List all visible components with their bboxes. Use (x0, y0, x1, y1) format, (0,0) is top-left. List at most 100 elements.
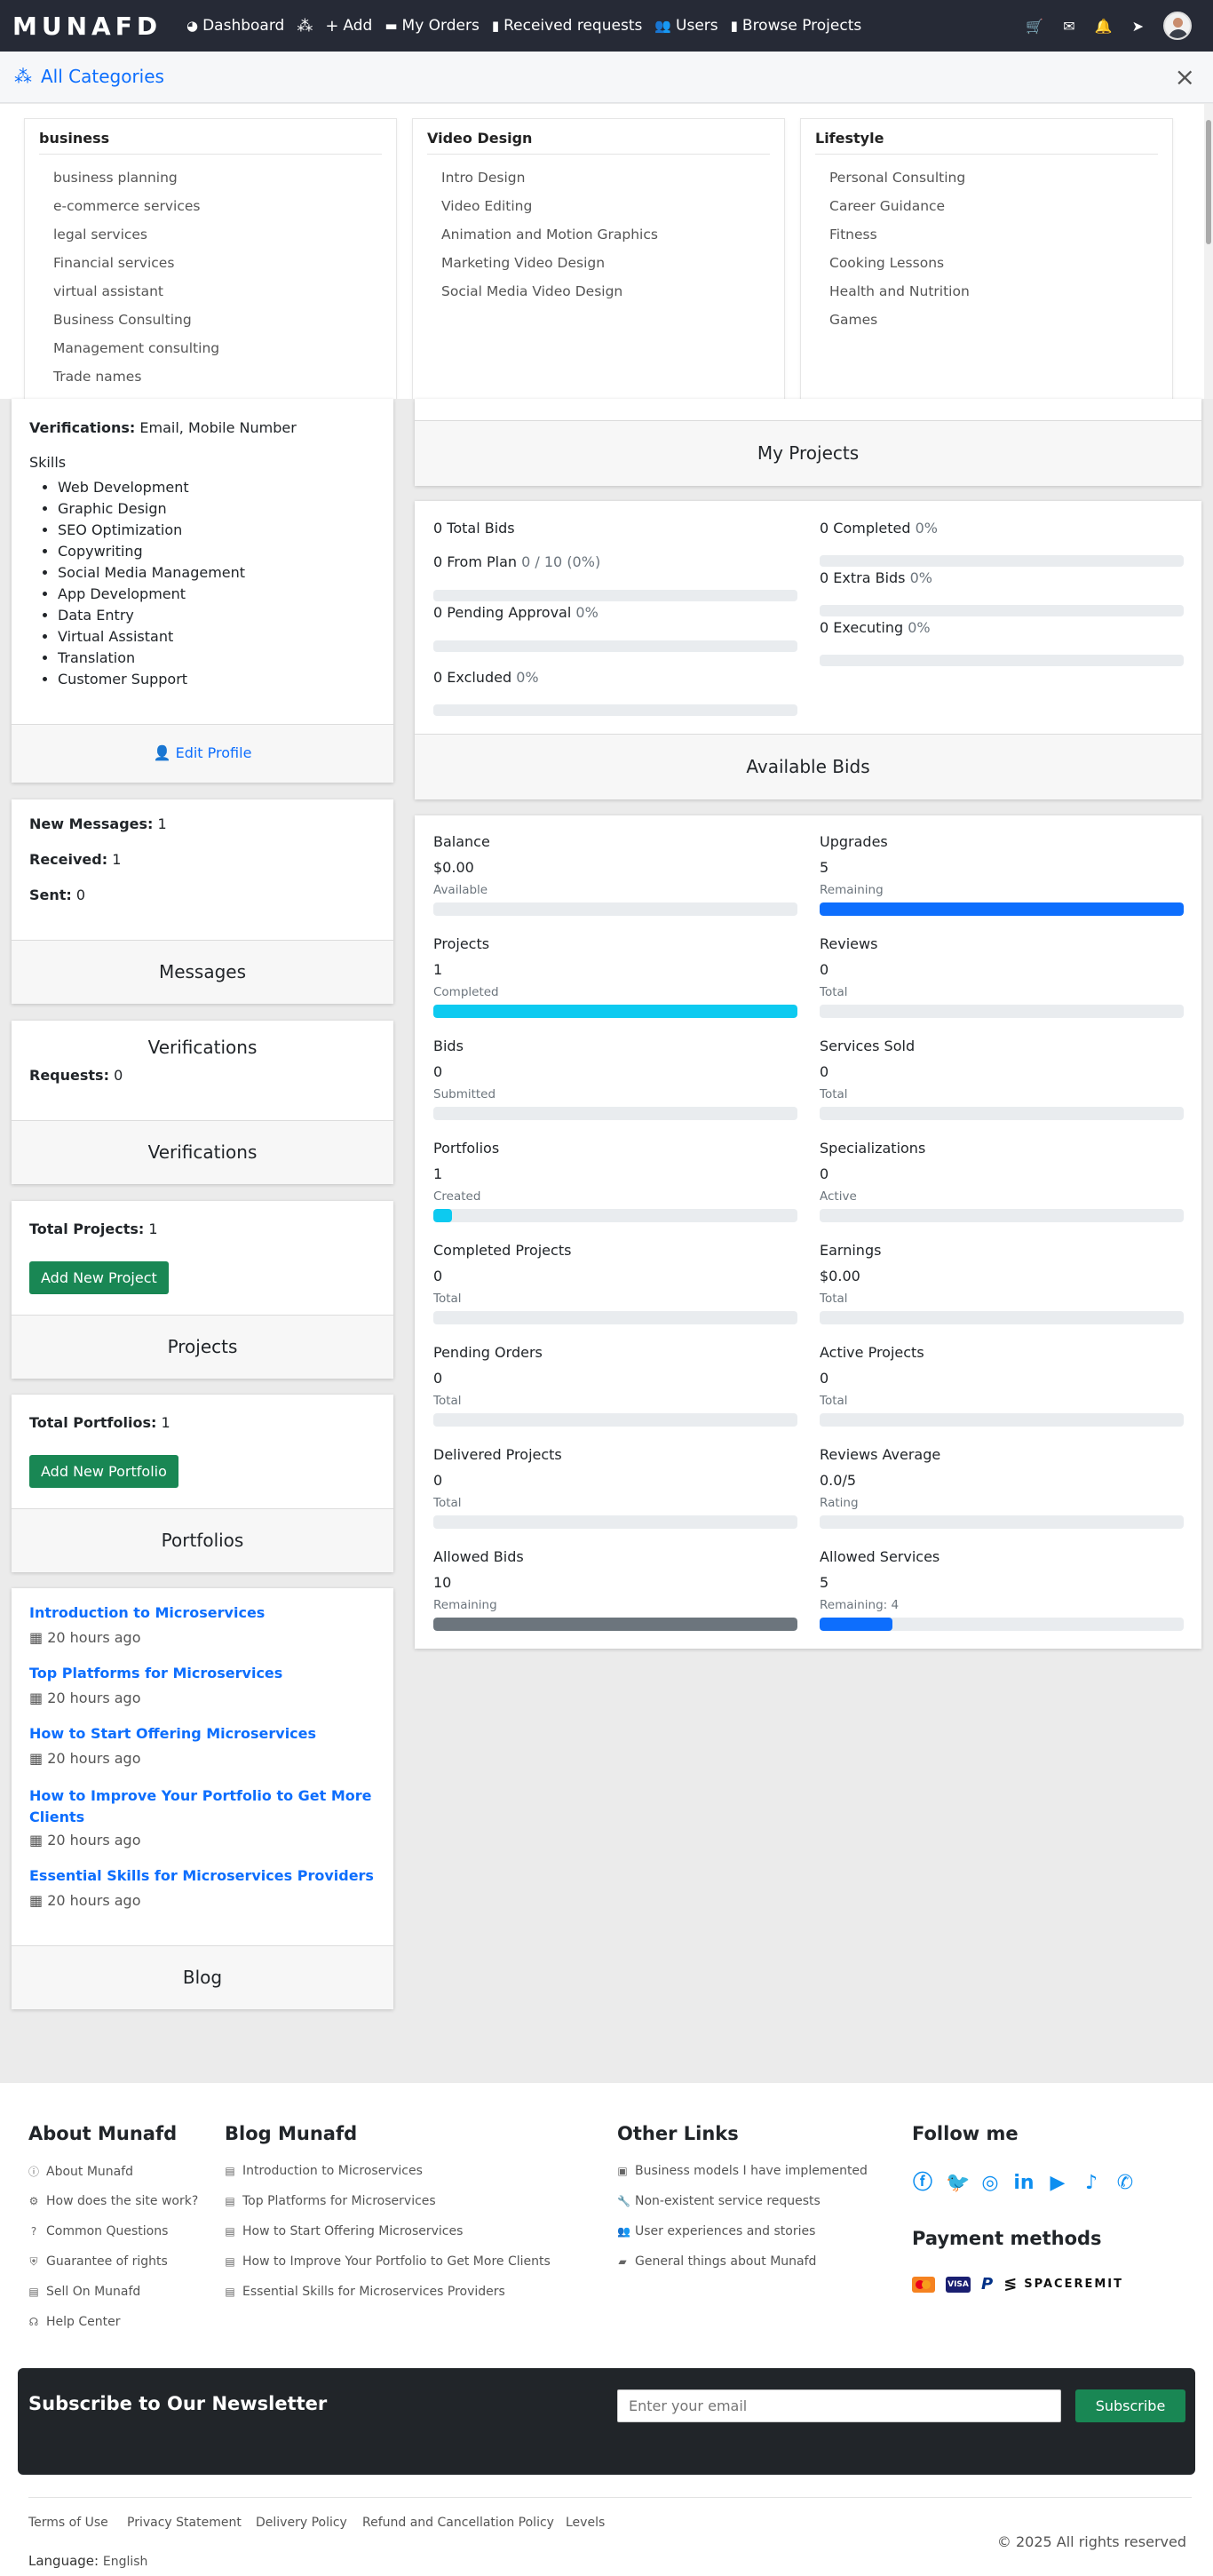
verifications-footer[interactable]: Verifications (12, 1120, 393, 1184)
levels-link[interactable]: Levels (566, 2516, 605, 2530)
footer-link[interactable]: ⓘ About Munafd (28, 2164, 133, 2179)
footer-link[interactable]: ⚙ How does the site work? (28, 2194, 199, 2208)
refund-policy-link[interactable]: Refund and Cancellation Policy (362, 2516, 554, 2530)
category-column-video-design: Video Design Intro Design Video Editing … (412, 118, 785, 399)
category-link[interactable]: Intro Design (413, 163, 784, 192)
delivery-policy-link[interactable]: Delivery Policy (256, 2516, 347, 2530)
skill-item: App Development (58, 584, 245, 605)
stat-title: Projects (433, 935, 490, 952)
stat-progress (820, 1515, 1184, 1529)
footer-link[interactable]: ▤ Introduction to Microservices (225, 2164, 423, 2178)
bell-icon[interactable]: 🔔 (1095, 18, 1113, 35)
footer-link[interactable]: ▰ General things about Munafd (617, 2254, 816, 2269)
messages-footer[interactable]: Messages (12, 940, 393, 1004)
category-link[interactable]: Animation and Motion Graphics (413, 220, 784, 249)
category-link[interactable]: Marketing Video Design (413, 249, 784, 277)
facebook-icon[interactable]: ⓕ (912, 2173, 933, 2194)
blog-post-link[interactable]: Introduction to Microservices (29, 1604, 265, 1621)
category-link[interactable]: Cooking Lessons (801, 249, 1172, 277)
category-link[interactable]: Business Consulting (25, 306, 396, 334)
stat-progress (433, 1209, 797, 1222)
all-categories-toggle[interactable]: ⁂ All Categories (14, 66, 164, 87)
category-link[interactable]: Trade names (25, 362, 396, 391)
category-title[interactable]: Lifestyle (815, 130, 1158, 155)
newsletter-email-input[interactable] (617, 2389, 1061, 2422)
category-title[interactable]: Video Design (427, 130, 770, 155)
nav-add[interactable]: + Add (325, 17, 372, 36)
blog-post-link[interactable]: Essential Skills for Microservices Provi… (29, 1867, 374, 1884)
stat-value: 5 (820, 859, 829, 876)
category-link[interactable]: Health and Nutrition (801, 277, 1172, 306)
category-link[interactable]: Social Media Video Design (413, 277, 784, 306)
category-link[interactable]: Career Guidance (801, 192, 1172, 220)
avatar[interactable] (1163, 12, 1192, 40)
subscribe-button[interactable]: Subscribe (1075, 2389, 1185, 2422)
close-icon[interactable]: × (1175, 62, 1195, 91)
linkedin-icon[interactable]: in (1013, 2173, 1035, 2194)
nav-browse-projects[interactable]: ▮ Browse Projects (731, 17, 862, 35)
stat-progress-fill (820, 902, 1184, 916)
blog-post-link[interactable]: Top Platforms for Microservices (29, 1665, 282, 1682)
projects-footer[interactable]: Projects (12, 1315, 393, 1379)
footer-link[interactable]: 👥 User experiences and stories (617, 2224, 815, 2238)
nav-my-orders[interactable]: ▬ My Orders (385, 17, 480, 35)
category-link[interactable]: Financial services (25, 249, 396, 277)
nav-categories[interactable]: ⁂ (297, 17, 313, 36)
footer-link[interactable]: ⛨ Guarantee of rights (28, 2254, 167, 2269)
portfolios-footer[interactable]: Portfolios (12, 1508, 393, 1572)
stat-item: Balance $0.00 Available (433, 833, 797, 922)
megamenu-scrollbar-thumb[interactable] (1206, 120, 1211, 244)
edit-profile-link[interactable]: 👤 Edit Profile (12, 724, 393, 783)
category-link[interactable]: e-commerce services (25, 192, 396, 220)
terms-link[interactable]: Terms of Use (28, 2516, 108, 2530)
total-bids: 0 Total Bids (433, 520, 515, 537)
category-link[interactable]: Games (801, 306, 1172, 334)
footer-link[interactable]: ▤ How to Start Offering Microservices (225, 2224, 463, 2238)
tiktok-icon[interactable]: ♪ (1081, 2173, 1102, 2194)
logo[interactable]: MUNAFD (12, 12, 162, 41)
footer-divider (28, 2497, 1192, 2498)
footer-link[interactable]: ? Common Questions (28, 2224, 169, 2238)
category-link[interactable]: virtual assistant (25, 277, 396, 306)
blog-post-link[interactable]: How to Improve Your Portfolio to Get Mor… (29, 1785, 376, 1828)
footer-link[interactable]: ▤ Sell On Munafd (28, 2285, 140, 2299)
footer-link[interactable]: ▤ Top Platforms for Microservices (225, 2194, 435, 2208)
footer-link-label: How to Start Offering Microservices (242, 2224, 464, 2238)
category-link[interactable]: business planning (25, 163, 396, 192)
footer-link-label: Common Questions (46, 2224, 169, 2238)
privacy-link[interactable]: Privacy Statement (127, 2516, 242, 2530)
category-link[interactable]: Personal Consulting (801, 163, 1172, 192)
my-projects-footer[interactable]: My Projects (415, 420, 1201, 486)
available-bids-footer[interactable]: Available Bids (415, 734, 1201, 799)
category-link[interactable]: Management consulting (25, 334, 396, 362)
youtube-icon[interactable]: ▶ (1047, 2173, 1068, 2194)
category-link[interactable]: Fitness (801, 220, 1172, 249)
stat-title: Delivered Projects (433, 1446, 562, 1463)
nav-received-requests[interactable]: ▮ Received requests (492, 17, 643, 35)
blog-footer[interactable]: Blog (12, 1945, 393, 2009)
twitter-icon[interactable]: 🐦 (946, 2173, 970, 2194)
footer-link[interactable]: 🔧 Non-existent service requests (617, 2194, 821, 2208)
footer-link[interactable]: ▣ Business models I have implemented (617, 2164, 868, 2178)
cart-icon[interactable]: 🛒 (1026, 18, 1043, 35)
verifications-title: Verifications (147, 1037, 258, 1058)
category-link[interactable]: Video Editing (413, 192, 784, 220)
stat-progress (820, 1413, 1184, 1427)
footer-link[interactable]: ☊ Help Center (28, 2315, 121, 2329)
stat-subtitle: Created (433, 1189, 481, 1204)
category-title[interactable]: business (39, 130, 382, 155)
cursor-icon[interactable]: ➤ (1132, 18, 1144, 35)
whatsapp-icon[interactable]: ✆ (1114, 2173, 1136, 2194)
footer-link[interactable]: ▤ Essential Skills for Microservices Prov… (225, 2285, 505, 2299)
add-new-project-button[interactable]: Add New Project (29, 1261, 169, 1294)
add-new-portfolio-button[interactable]: Add New Portfolio (29, 1455, 178, 1488)
nav-users[interactable]: 👥 Users (654, 17, 717, 35)
instagram-icon[interactable]: ◎ (979, 2173, 1001, 2194)
stat-subtitle: Total (820, 1292, 848, 1306)
blog-post-link[interactable]: How to Start Offering Microservices (29, 1725, 316, 1742)
language-selector[interactable]: Language: English (28, 2553, 147, 2569)
category-link[interactable]: legal services (25, 220, 396, 249)
nav-dashboard[interactable]: ◕ Dashboard (186, 17, 284, 35)
footer-link[interactable]: ▤ How to Improve Your Portfolio to Get Mo… (225, 2254, 550, 2269)
envelope-icon[interactable]: ✉ (1063, 18, 1074, 35)
